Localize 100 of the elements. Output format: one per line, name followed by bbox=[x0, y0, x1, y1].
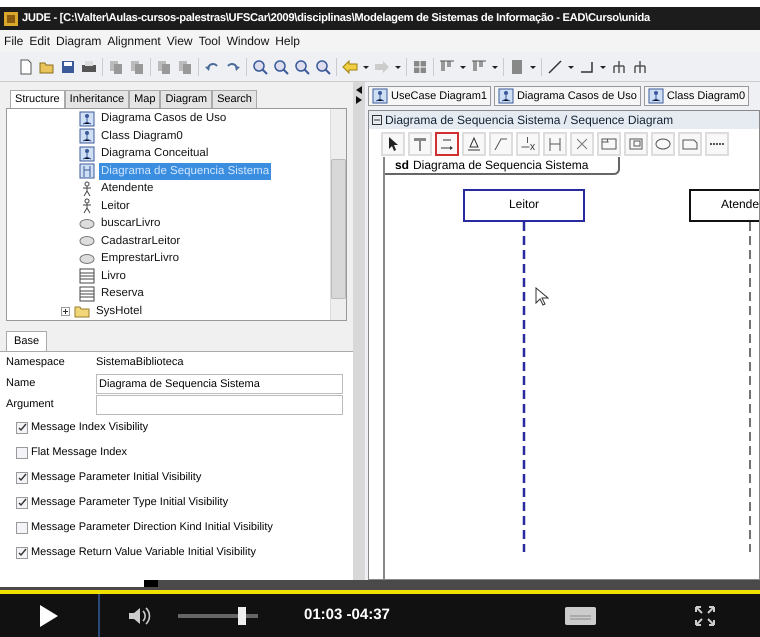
tab[interactable]: Inheritance bbox=[64, 90, 130, 108]
menu-item[interactable]: Diagram bbox=[56, 32, 102, 50]
tree-item[interactable]: Diagrama Conceitual bbox=[99, 145, 210, 162]
checkbox[interactable] bbox=[16, 522, 28, 534]
class-icon bbox=[79, 268, 95, 284]
window-icon bbox=[372, 115, 382, 125]
lifeline-head[interactable]: Leitor bbox=[463, 189, 585, 222]
frame-icon bbox=[601, 136, 617, 152]
new-file-icon[interactable] bbox=[18, 58, 34, 74]
checkbox-label: Message Parameter Direction Kind Initial Visibility bbox=[31, 520, 273, 536]
checkbox-label: Message Return Value Variable Initial Visibility bbox=[31, 545, 256, 560]
menu-item[interactable]: File bbox=[4, 32, 24, 50]
sequence-diagram-icon bbox=[79, 163, 95, 180]
ellipse-icon bbox=[655, 136, 671, 152]
class-icon bbox=[79, 286, 95, 302]
save-icon[interactable] bbox=[60, 58, 76, 74]
checkbox[interactable] bbox=[16, 496, 28, 508]
diagram-icon bbox=[79, 110, 95, 127]
print-icon[interactable] bbox=[81, 58, 97, 74]
diagram-tab[interactable]: UseCase Diagram1 bbox=[368, 86, 491, 106]
return-arrow-icon bbox=[466, 136, 482, 152]
tree-item[interactable]: Diagrama Casos de Uso bbox=[99, 110, 228, 128]
hierarchy-icon[interactable] bbox=[611, 58, 627, 74]
palette-tool[interactable] bbox=[435, 132, 459, 156]
checkbox-label: Message Parameter Type Initial Visibility bbox=[31, 495, 228, 510]
back-arrow-icon[interactable] bbox=[342, 58, 358, 74]
diagram-icon bbox=[79, 146, 95, 162]
speaker-icon[interactable] bbox=[128, 606, 152, 626]
tree-item[interactable]: Livro bbox=[99, 268, 128, 285]
diagram-tab[interactable]: Diagrama Casos de Uso bbox=[494, 86, 641, 106]
expand-toggle[interactable] bbox=[61, 306, 70, 316]
cross-icon bbox=[574, 136, 590, 152]
menu-item[interactable]: Help bbox=[275, 32, 300, 50]
destroy-message-icon bbox=[520, 137, 536, 151]
tree-item[interactable]: Reserva bbox=[99, 285, 146, 302]
tree-item[interactable]: buscarLivro bbox=[99, 215, 162, 232]
field-value: SistemaBiblioteca bbox=[96, 355, 184, 370]
magnifier-icon[interactable] bbox=[273, 58, 289, 74]
tree-item[interactable]: Atendente bbox=[99, 180, 156, 198]
grid-icon[interactable] bbox=[412, 58, 428, 74]
tab[interactable]: Diagram bbox=[160, 90, 212, 108]
checkbox[interactable] bbox=[16, 446, 28, 458]
diagram-icon bbox=[372, 88, 388, 104]
frame-label: sd Diagrama de Sequencia Sistema bbox=[385, 157, 620, 175]
diagram-title: Diagrama de Sequencia Sistema / Sequence Diagram bbox=[385, 112, 674, 129]
volume-thumb[interactable] bbox=[238, 606, 246, 624]
time-display: 01:03 -04:37 bbox=[304, 605, 390, 626]
text-field[interactable]: Diagrama de Sequencia Sistema bbox=[96, 374, 343, 394]
tree-item[interactable]: SysHotel bbox=[94, 302, 144, 320]
collapse-left-icon[interactable] bbox=[356, 86, 362, 94]
hierarchy-icon[interactable] bbox=[632, 58, 648, 74]
line-icon[interactable] bbox=[547, 58, 563, 74]
checkbox[interactable] bbox=[16, 546, 28, 558]
window-title: JUDE - [C:\Valter\Aulas-cursos-palestras\UFSCar\2009\disciplinas\Modelagem de Sistemas de Informação - EAD\Curso\unida bbox=[22, 11, 650, 26]
menu-item[interactable]: View bbox=[166, 32, 193, 50]
note-icon bbox=[628, 136, 644, 152]
menu-item[interactable]: Alignment bbox=[107, 32, 161, 50]
checkbox-label: Message Index Visibility bbox=[31, 420, 148, 436]
menu-item[interactable]: Window bbox=[226, 32, 270, 50]
app-icon bbox=[4, 12, 18, 26]
tree-item[interactable]: Class Diagram0 bbox=[99, 128, 185, 145]
seek-thumb[interactable] bbox=[144, 580, 158, 587]
tree-item[interactable]: CadastrarLeitor bbox=[99, 232, 182, 250]
magnifier-icon[interactable] bbox=[315, 58, 331, 74]
tree-item[interactable]: Leitor bbox=[99, 198, 132, 215]
play-icon bbox=[40, 604, 58, 626]
diagram-icon bbox=[79, 128, 95, 144]
lifeline-icon bbox=[412, 136, 428, 152]
checkbox-label: Message Parameter Initial Visibility bbox=[31, 470, 202, 486]
field-label: Namespace bbox=[6, 355, 66, 370]
menu-item[interactable]: Edit bbox=[29, 32, 50, 50]
tab[interactable]: Search bbox=[212, 90, 257, 108]
checkbox[interactable] bbox=[16, 472, 28, 484]
diagram-tab[interactable]: Class Diagram0 bbox=[644, 86, 750, 106]
magnifier-icon[interactable] bbox=[252, 58, 268, 74]
volume-slider[interactable] bbox=[178, 606, 258, 624]
field-label: Name bbox=[6, 376, 36, 392]
dashed-line-icon bbox=[709, 143, 725, 145]
mouse-cursor-icon bbox=[535, 287, 549, 307]
self-message-icon bbox=[547, 136, 563, 152]
tab[interactable]: Map bbox=[129, 90, 160, 108]
tab[interactable]: Structure bbox=[10, 90, 65, 108]
fullscreen-icon[interactable] bbox=[694, 606, 715, 626]
create-message-icon bbox=[493, 136, 509, 152]
checkbox-label: Flat Message Index bbox=[31, 445, 127, 460]
expand-right-icon[interactable] bbox=[356, 96, 362, 104]
text-field[interactable] bbox=[96, 394, 343, 414]
checkbox[interactable] bbox=[16, 422, 28, 434]
menu-item[interactable]: Tool bbox=[198, 32, 221, 50]
diagram-icon bbox=[498, 88, 514, 104]
fill-color-icon[interactable] bbox=[509, 58, 525, 74]
scrollbar[interactable] bbox=[330, 109, 346, 320]
diagram-icon bbox=[648, 88, 664, 104]
seek-bar[interactable] bbox=[0, 580, 760, 594]
captions-icon[interactable] bbox=[564, 606, 596, 624]
field-label: Argument bbox=[6, 397, 55, 412]
tab[interactable]: Base bbox=[6, 331, 48, 351]
tree-item[interactable]: EmprestarLivro bbox=[99, 250, 181, 268]
lifeline-head[interactable]: Atende bbox=[689, 189, 759, 222]
magnifier-icon[interactable] bbox=[294, 58, 310, 74]
